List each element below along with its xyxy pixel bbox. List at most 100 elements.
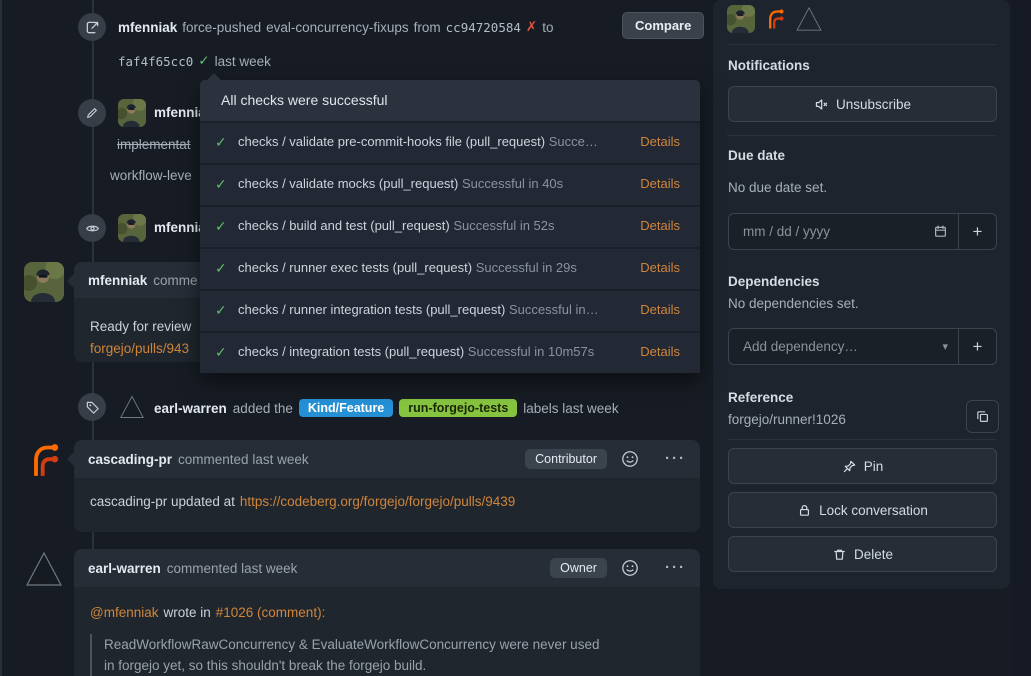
comment-ref-link[interactable]: #1026 (comment): bbox=[216, 605, 326, 620]
label-kind-feature[interactable]: Kind/Feature bbox=[299, 399, 393, 417]
commit-status-success-icon[interactable]: ✓ bbox=[198, 53, 209, 69]
mute-icon bbox=[814, 97, 829, 112]
check-row: ✓ checks / validate mocks (pull_request)… bbox=[200, 163, 700, 205]
checks-summary: All checks were successful bbox=[200, 80, 700, 121]
issue-sidebar: Notifications Unsubscribe Due date No du… bbox=[713, 0, 1010, 589]
comment-earl-warren: earl-warren commented last week Owner ··… bbox=[74, 549, 700, 676]
check-success-icon: ✓ bbox=[215, 134, 227, 151]
check-success-icon: ✓ bbox=[215, 344, 227, 361]
check-details-link[interactable]: Details bbox=[640, 302, 680, 317]
reference-value: forgejo/runner!1026 bbox=[728, 412, 846, 427]
edit-pencil-icon bbox=[78, 99, 106, 127]
comment-header: cascading-pr commented last week Contrib… bbox=[74, 440, 700, 478]
mention-link[interactable]: @mfenniak bbox=[90, 605, 158, 620]
avatar[interactable] bbox=[24, 262, 64, 302]
username-link[interactable]: mfenniak bbox=[118, 20, 177, 35]
commit-status-failed-icon[interactable]: ✗ bbox=[526, 19, 537, 35]
participant-triangle-avatar[interactable] bbox=[795, 5, 823, 33]
check-details-link[interactable]: Details bbox=[640, 176, 680, 191]
check-details-link[interactable]: Details bbox=[640, 134, 680, 149]
dropdown-caret bbox=[206, 73, 222, 81]
pull-link[interactable]: forgejo/pulls/943 bbox=[90, 341, 189, 356]
forgejo-bot-avatar[interactable] bbox=[24, 440, 64, 480]
check-row: ✓ checks / validate pre-commit-hooks fil… bbox=[200, 121, 700, 163]
comment-menu-button[interactable]: ··· bbox=[665, 454, 686, 464]
tag-icon bbox=[78, 393, 106, 421]
add-reaction-icon[interactable] bbox=[621, 549, 651, 607]
new-title-text: workflow-leve bbox=[110, 168, 192, 183]
check-details-link[interactable]: Details bbox=[640, 344, 680, 359]
check-details-link[interactable]: Details bbox=[640, 260, 680, 275]
event-time: last week bbox=[215, 54, 271, 69]
username-link[interactable]: mfennia bbox=[154, 105, 206, 120]
check-row: ✓ checks / integration tests (pull_reque… bbox=[200, 331, 700, 373]
avatar[interactable] bbox=[118, 393, 146, 421]
check-row: ✓ checks / runner integration tests (pul… bbox=[200, 289, 700, 331]
delete-button[interactable]: Delete bbox=[728, 536, 997, 572]
viewport-left-edge bbox=[0, 0, 2, 676]
check-success-icon: ✓ bbox=[215, 260, 227, 277]
notifications-heading: Notifications bbox=[728, 58, 810, 73]
check-row: ✓ checks / build and test (pull_request)… bbox=[200, 205, 700, 247]
add-reaction-icon[interactable] bbox=[621, 420, 651, 498]
unsubscribe-button[interactable]: Unsubscribe bbox=[728, 86, 997, 122]
username-link[interactable]: cascading-pr bbox=[88, 452, 172, 467]
due-date-empty-text: No due date set. bbox=[728, 180, 827, 195]
username-link[interactable]: mfenniak bbox=[88, 273, 147, 288]
reference-heading: Reference bbox=[728, 390, 793, 405]
lock-icon bbox=[797, 503, 812, 518]
pin-button[interactable]: Pin bbox=[728, 448, 997, 484]
username-link[interactable]: earl-warren bbox=[88, 561, 161, 576]
scrollbar-track[interactable] bbox=[1013, 0, 1031, 676]
add-dependency-select[interactable] bbox=[729, 339, 932, 354]
codeberg-pull-link[interactable]: https://codeberg.org/forgejo/forgejo/pul… bbox=[240, 494, 515, 509]
add-dependency-button[interactable]: + bbox=[958, 329, 996, 364]
comment-header: earl-warren commented last week Owner ··… bbox=[74, 549, 700, 587]
branch-name: eval-concurrency-fixups bbox=[266, 20, 409, 35]
chevron-down-icon[interactable]: ▾ bbox=[932, 340, 958, 353]
eye-icon bbox=[78, 214, 106, 242]
check-details-link[interactable]: Details bbox=[640, 218, 680, 233]
username-link[interactable]: earl-warren bbox=[154, 401, 227, 416]
divider bbox=[727, 44, 996, 45]
label-run-forgejo-tests[interactable]: run-forgejo-tests bbox=[399, 399, 517, 417]
label-event-line: earl-warren added the Kind/Feature run-f… bbox=[154, 399, 619, 417]
avatar[interactable] bbox=[118, 214, 146, 242]
dependencies-empty-text: No dependencies set. bbox=[728, 296, 859, 311]
check-success-icon: ✓ bbox=[215, 218, 227, 235]
role-badge: Owner bbox=[550, 558, 607, 578]
add-due-date-button[interactable]: + bbox=[958, 214, 996, 249]
force-push-event-line1: mfenniak force-pushed eval-concurrency-f… bbox=[118, 19, 554, 35]
quote-block: ReadWorkflowRawConcurrency & EvaluateWor… bbox=[90, 634, 684, 676]
participant-forgejo-avatar[interactable] bbox=[763, 7, 787, 31]
due-date-input[interactable] bbox=[729, 224, 923, 239]
due-date-group: + bbox=[728, 213, 997, 250]
check-success-icon: ✓ bbox=[215, 176, 227, 193]
check-success-icon: ✓ bbox=[215, 302, 227, 319]
compare-button[interactable]: Compare bbox=[622, 12, 704, 39]
old-title-text: implementat bbox=[117, 137, 191, 152]
lock-conversation-button[interactable]: Lock conversation bbox=[728, 492, 997, 528]
participant-avatar[interactable] bbox=[727, 5, 755, 33]
divider bbox=[727, 135, 996, 136]
check-row: ✓ checks / runner exec tests (pull_reque… bbox=[200, 247, 700, 289]
dependencies-heading: Dependencies bbox=[728, 274, 820, 289]
role-badge: Contributor bbox=[525, 449, 607, 469]
copy-reference-button[interactable] bbox=[966, 400, 999, 433]
triangle-avatar[interactable] bbox=[24, 549, 64, 589]
divider bbox=[727, 439, 996, 440]
dependency-group: ▾ + bbox=[728, 328, 997, 365]
new-commit-hash[interactable]: faf4f65cc0 bbox=[118, 54, 193, 69]
checks-dropdown: All checks were successful ✓ checks / va… bbox=[200, 80, 700, 373]
due-date-heading: Due date bbox=[728, 148, 785, 163]
force-push-event-line2: faf4f65cc0 ✓ last week bbox=[118, 53, 271, 69]
trash-icon bbox=[832, 547, 847, 562]
comment-cascading-pr: cascading-pr commented last week Contrib… bbox=[74, 440, 700, 532]
avatar[interactable] bbox=[118, 99, 146, 127]
calendar-icon[interactable] bbox=[923, 224, 958, 239]
pin-icon bbox=[842, 459, 857, 474]
comment-menu-button[interactable]: ··· bbox=[665, 563, 686, 573]
username-link[interactable]: mfennia bbox=[154, 220, 206, 235]
force-push-icon bbox=[78, 13, 106, 41]
old-commit-hash[interactable]: cc94720584 bbox=[446, 20, 521, 35]
